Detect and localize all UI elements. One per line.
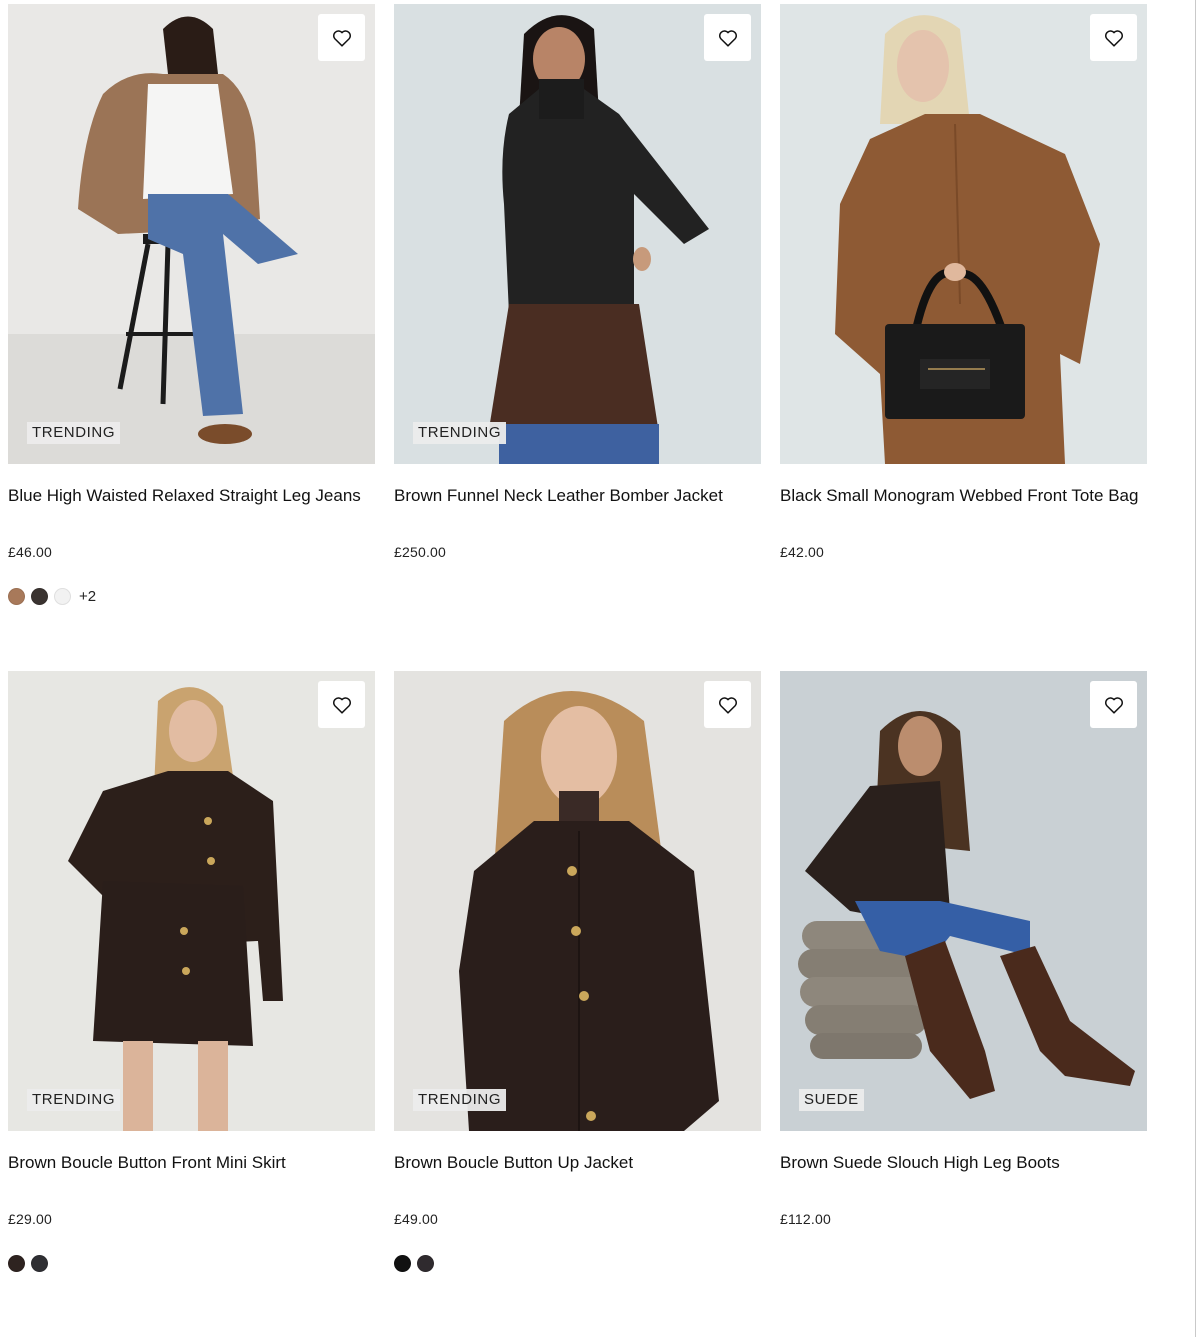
wishlist-button[interactable] <box>1090 14 1137 61</box>
heart-outline-icon <box>1104 696 1123 714</box>
product-title[interactable]: Brown Boucle Button Up Jacket <box>394 1152 761 1174</box>
heart-outline-icon <box>332 29 351 47</box>
color-swatch[interactable] <box>8 587 25 605</box>
product-card[interactable]: TRENDING Brown Boucle Button Front Mini … <box>8 671 375 1337</box>
product-price: £29.00 <box>8 1211 53 1227</box>
product-title[interactable]: Blue High Waisted Relaxed Straight Leg J… <box>8 485 375 507</box>
product-card[interactable]: TRENDING Brown Funnel Neck Leather Bombe… <box>394 4 761 671</box>
product-badge: TRENDING <box>413 422 507 444</box>
heart-outline-icon <box>718 696 737 714</box>
wishlist-button[interactable] <box>1090 681 1137 728</box>
heart-outline-icon <box>332 696 351 714</box>
product-card[interactable]: SUEDE Brown Suede Slouch High Leg Boots … <box>780 671 1147 1337</box>
product-price: £112.00 <box>780 1211 831 1227</box>
product-photo-suede-boots <box>780 671 1147 1131</box>
product-image[interactable]: SUEDE <box>780 671 1147 1131</box>
color-swatch[interactable] <box>417 1254 434 1272</box>
heart-outline-icon <box>718 29 737 47</box>
product-card[interactable]: TRENDING Brown Boucle Button Up Jacket £… <box>394 671 761 1337</box>
product-image[interactable]: TRENDING <box>8 4 375 464</box>
product-image[interactable]: TRENDING <box>8 671 375 1131</box>
product-image[interactable] <box>780 4 1147 464</box>
product-badge: TRENDING <box>27 1089 121 1111</box>
product-price: £46.00 <box>8 544 53 560</box>
product-title[interactable]: Brown Funnel Neck Leather Bomber Jacket <box>394 485 761 507</box>
product-photo-boucle-skirt <box>8 671 375 1131</box>
color-swatch[interactable] <box>394 1254 411 1272</box>
product-card[interactable]: TRENDING Blue High Waisted Relaxed Strai… <box>8 4 375 671</box>
color-swatches <box>8 1254 375 1272</box>
wishlist-button[interactable] <box>318 14 365 61</box>
product-photo-leather-jacket <box>394 4 761 464</box>
product-card[interactable]: Black Small Monogram Webbed Front Tote B… <box>780 4 1147 671</box>
product-price: £42.00 <box>780 544 825 560</box>
color-swatches: +2 <box>8 587 375 605</box>
product-badge: SUEDE <box>799 1089 864 1111</box>
product-image[interactable]: TRENDING <box>394 671 761 1131</box>
product-image[interactable]: TRENDING <box>394 4 761 464</box>
scrollbar-divider <box>1195 0 1196 1337</box>
product-price: £250.00 <box>394 544 447 560</box>
product-price: £49.00 <box>394 1211 439 1227</box>
product-listing-page: TRENDING Blue High Waisted Relaxed Strai… <box>0 0 1200 1337</box>
product-photo-boucle-jacket <box>394 671 761 1131</box>
wishlist-button[interactable] <box>704 681 751 728</box>
product-title[interactable]: Brown Boucle Button Front Mini Skirt <box>8 1152 375 1174</box>
product-photo-jeans <box>8 4 375 464</box>
color-swatch[interactable] <box>8 1254 25 1272</box>
product-grid: TRENDING Blue High Waisted Relaxed Strai… <box>8 4 1147 1337</box>
more-colors-count[interactable]: +2 <box>79 588 96 605</box>
product-title[interactable]: Brown Suede Slouch High Leg Boots <box>780 1152 1147 1174</box>
product-badge: TRENDING <box>413 1089 507 1111</box>
heart-outline-icon <box>1104 29 1123 47</box>
color-swatches <box>394 1254 761 1272</box>
color-swatch[interactable] <box>31 587 48 605</box>
wishlist-button[interactable] <box>704 14 751 61</box>
product-photo-tote-bag <box>780 4 1147 464</box>
product-title[interactable]: Black Small Monogram Webbed Front Tote B… <box>780 485 1147 507</box>
product-badge: TRENDING <box>27 422 121 444</box>
color-swatch[interactable] <box>54 587 71 605</box>
color-swatch[interactable] <box>31 1254 48 1272</box>
wishlist-button[interactable] <box>318 681 365 728</box>
